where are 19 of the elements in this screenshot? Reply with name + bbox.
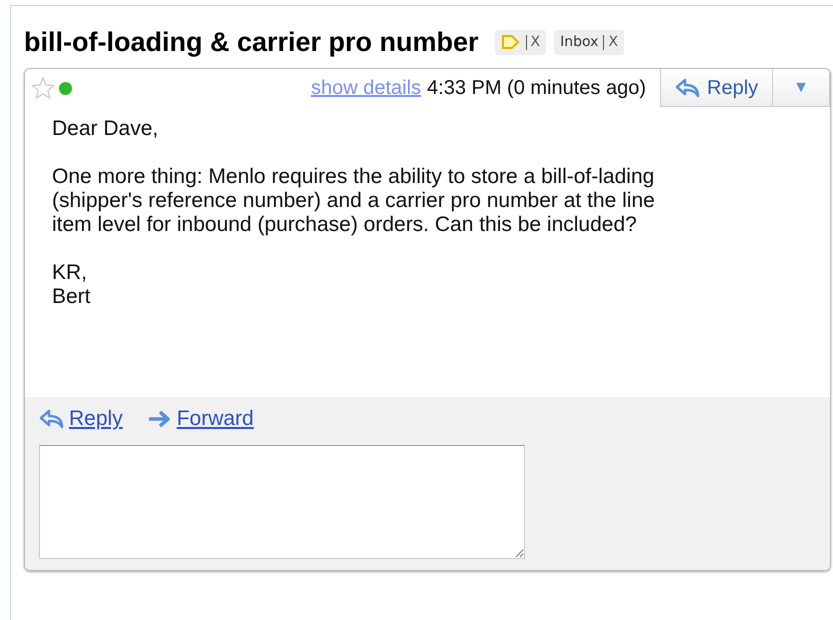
- forward-link[interactable]: Forward: [176, 403, 254, 435]
- remove-label[interactable]: X: [526, 34, 540, 50]
- star-icon[interactable]: [31, 76, 55, 100]
- message-paragraph: KR, Bert: [52, 261, 92, 310]
- forward-arrow-icon: [146, 409, 173, 430]
- label-name: Inbox: [560, 32, 598, 52]
- remove-label[interactable]: X: [603, 34, 618, 50]
- reply-link[interactable]: Reply: [69, 403, 123, 435]
- reply-icon: [39, 409, 65, 430]
- message-paragraph: Dear Dave,: [52, 117, 160, 142]
- subject-title: bill-of-loading & carrier pro number: [24, 26, 479, 58]
- message-time: 4:33 PM (0 minutes ago): [427, 76, 646, 102]
- message-paragraph: One more thing: Menlo requires the ability to store a bill-of-lading (shipper's reference number) and a carrier pro number at the line item level for inbound (purchase) orders. Can this be included?: [52, 165, 656, 238]
- label-chip[interactable]: X: [494, 30, 546, 55]
- reply-button[interactable]: Reply: [660, 69, 774, 108]
- label-chip[interactable]: Inbox X: [554, 30, 624, 55]
- reply-field[interactable]: [39, 444, 525, 559]
- tag-icon: [500, 34, 521, 50]
- reply-icon: [675, 78, 702, 98]
